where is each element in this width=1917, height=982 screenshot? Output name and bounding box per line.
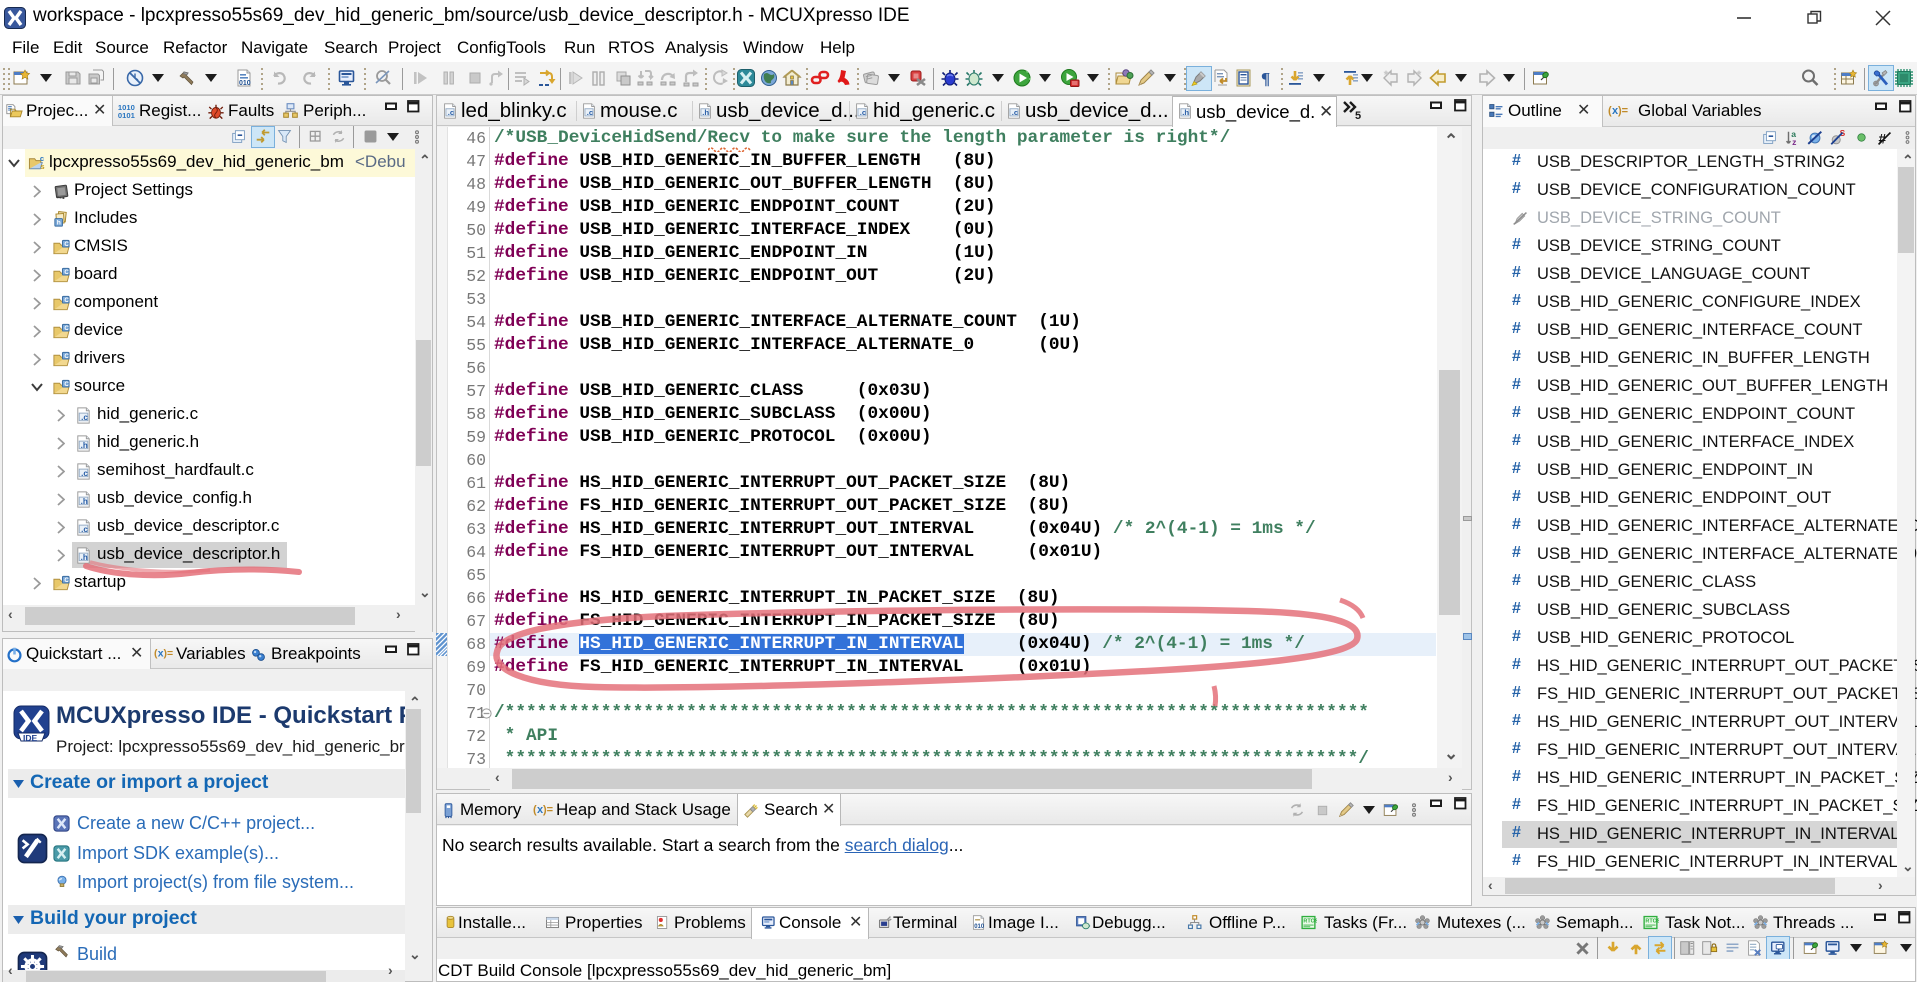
svg-text:5: 5 <box>1355 110 1361 120</box>
svg-text:IDE: IDE <box>23 733 38 743</box>
